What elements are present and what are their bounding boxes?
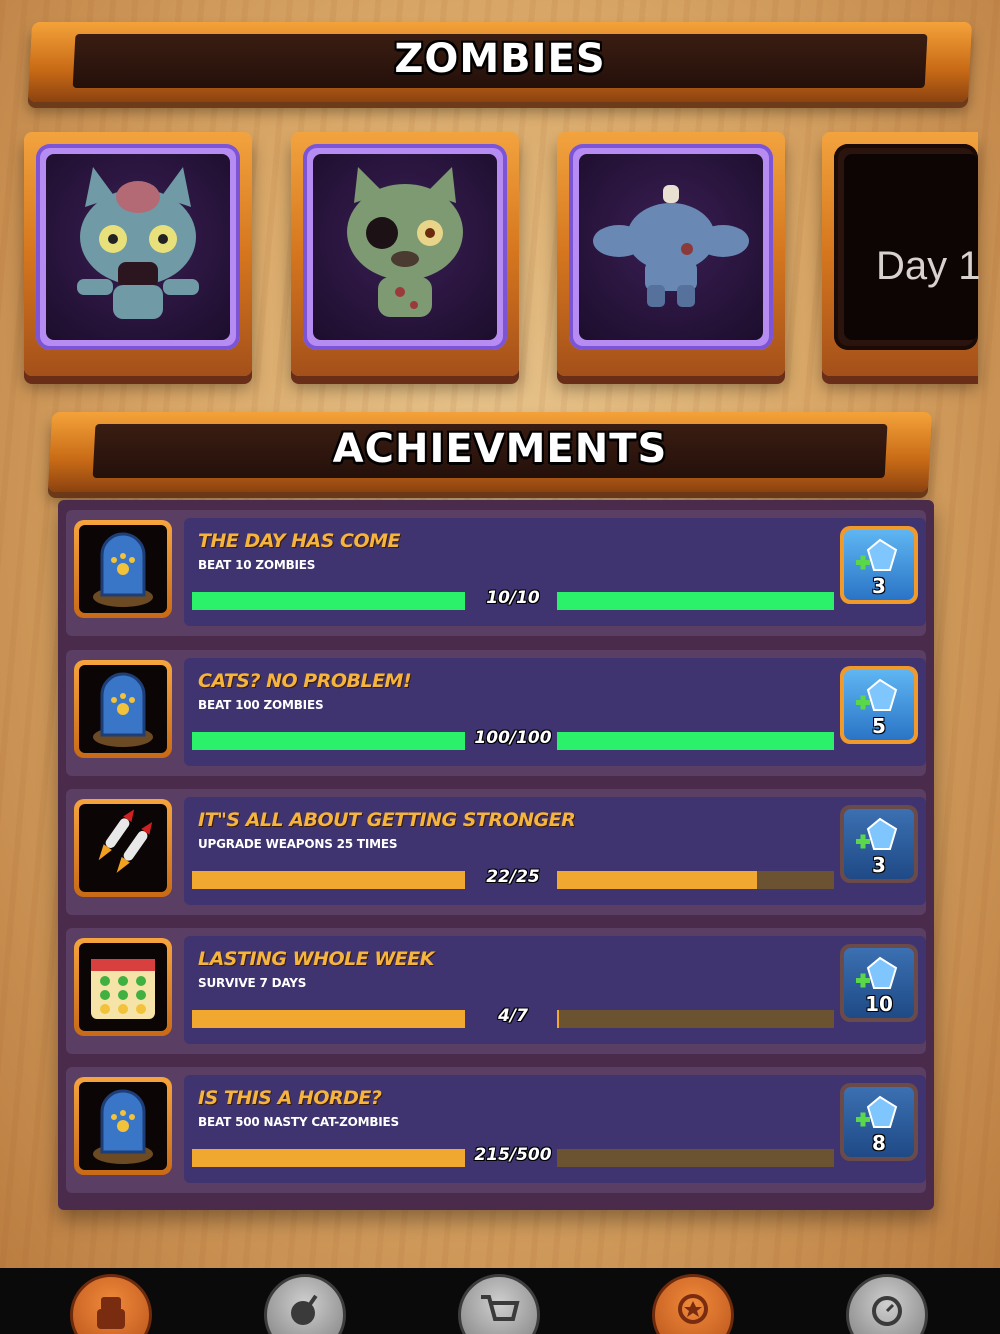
reward-count: 3 xyxy=(872,574,886,598)
achievement-title: LASTING WHOLE WEEK xyxy=(198,948,435,970)
achievements-title: ACHIEVMENTS xyxy=(332,426,668,472)
achievement-subtitle: BEAT 500 NASTY CAT-ZOMBIES xyxy=(198,1115,399,1129)
nav-achievements-button[interactable] xyxy=(652,1274,734,1334)
achievement-body: THE DAY HAS COME BEAT 10 ZOMBIES 10/10 3 xyxy=(184,518,926,626)
nav-character-button[interactable] xyxy=(70,1274,152,1334)
achievement-row: IT"S ALL ABOUT GETTING STRONGER UPGRADE W… xyxy=(66,789,926,915)
progress-text: 215/500 xyxy=(474,1145,552,1165)
card-frame xyxy=(303,144,507,350)
reward-count: 3 xyxy=(872,853,886,877)
zombie-headless-body-icon xyxy=(593,185,749,307)
achievement-subtitle: BEAT 10 ZOMBIES xyxy=(198,558,316,572)
zombie-card-2[interactable] xyxy=(291,132,519,376)
character-icon xyxy=(97,1297,125,1329)
reward-button[interactable]: 3 xyxy=(840,805,918,883)
reward-inner: 3 xyxy=(844,809,914,879)
card-frame xyxy=(36,144,240,350)
rockets-icon xyxy=(79,804,167,892)
reward-inner: 5 xyxy=(844,670,914,740)
achievement-title: IT"S ALL ABOUT GETTING STRONGER xyxy=(198,809,576,831)
locked-day-label: Day 1 xyxy=(876,244,981,288)
reward-count: 5 xyxy=(872,714,886,738)
nav-shop-button[interactable] xyxy=(458,1274,540,1334)
reward-count: 8 xyxy=(872,1131,886,1155)
achievement-title: IS THIS A HORDE? xyxy=(198,1087,382,1109)
achievement-subtitle: UPGRADE WEAPONS 25 TIMES xyxy=(198,837,398,851)
progress-text: 22/25 xyxy=(486,867,540,887)
zombie-cat-one-eye-icon xyxy=(347,167,463,317)
achievement-icon-frame xyxy=(74,660,172,758)
zombies-title: ZOMBIES xyxy=(394,36,606,82)
achievement-row: IS THIS A HORDE? BEAT 500 NASTY CAT-ZOMBI… xyxy=(66,1067,926,1193)
card-inner xyxy=(46,154,230,340)
reward-button[interactable]: 3 xyxy=(840,526,918,604)
achievement-icon-frame xyxy=(74,938,172,1036)
zombie-card-3[interactable] xyxy=(557,132,785,376)
achievement-title: THE DAY HAS COME xyxy=(198,530,401,552)
achievement-icon-frame xyxy=(74,799,172,897)
achievement-body: LASTING WHOLE WEEK SURVIVE 7 DAYS 4/7 10 xyxy=(184,936,926,1044)
achievement-icon-frame xyxy=(74,1077,172,1175)
card-frame xyxy=(569,144,773,350)
achievement-title: CATS? NO PROBLEM! xyxy=(198,670,412,692)
nav-timer-button[interactable] xyxy=(846,1274,928,1334)
progress-text: 4/7 xyxy=(498,1006,528,1026)
reward-inner: 10 xyxy=(844,948,914,1018)
reward-inner: 3 xyxy=(844,530,914,600)
achievement-icon-frame xyxy=(74,520,172,618)
achievement-row: LASTING WHOLE WEEK SURVIVE 7 DAYS 4/7 10 xyxy=(66,928,926,1054)
calendar-icon xyxy=(79,943,167,1031)
achievement-body: CATS? NO PROBLEM! BEAT 100 ZOMBIES 100/100… xyxy=(184,658,926,766)
achievements-panel: THE DAY HAS COME BEAT 10 ZOMBIES 10/10 3 CAT… xyxy=(58,500,934,1210)
reward-button[interactable]: 8 xyxy=(840,1083,918,1161)
reward-inner: 8 xyxy=(844,1087,914,1157)
achievement-medal-icon xyxy=(678,1294,708,1324)
shop-cart-icon xyxy=(481,1295,520,1321)
zombie-card-locked[interactable]: Day 1 xyxy=(822,132,981,376)
achievement-subtitle: BEAT 100 ZOMBIES xyxy=(198,698,324,712)
card-inner xyxy=(579,154,763,340)
card-inner: Day 1 xyxy=(844,154,981,340)
achievement-subtitle: SURVIVE 7 DAYS xyxy=(198,976,307,990)
zombie-card-1[interactable] xyxy=(24,132,252,376)
achievement-row: THE DAY HAS COME BEAT 10 ZOMBIES 10/10 3 xyxy=(66,510,926,636)
bomb-icon xyxy=(291,1294,318,1325)
progress-text: 100/100 xyxy=(474,728,552,748)
tombstone-paw-icon xyxy=(79,525,167,613)
stopwatch-icon xyxy=(872,1296,902,1326)
card-inner xyxy=(313,154,497,340)
bottom-nav xyxy=(0,1268,1000,1334)
tombstone-paw-icon xyxy=(79,665,167,753)
reward-button[interactable]: 10 xyxy=(840,944,918,1022)
reward-count: 10 xyxy=(865,992,893,1016)
achievement-row: CATS? NO PROBLEM! BEAT 100 ZOMBIES 100/100… xyxy=(66,650,926,776)
card-frame: Day 1 xyxy=(834,144,981,350)
tombstone-paw-icon xyxy=(79,1082,167,1170)
zombie-cat-brain-icon xyxy=(77,167,199,319)
reward-button[interactable]: 5 xyxy=(840,666,918,744)
progress-text: 10/10 xyxy=(486,588,540,608)
achievement-body: IS THIS A HORDE? BEAT 500 NASTY CAT-ZOMBI… xyxy=(184,1075,926,1183)
achievement-body: IT"S ALL ABOUT GETTING STRONGER UPGRADE W… xyxy=(184,797,926,905)
nav-bomb-button[interactable] xyxy=(264,1274,346,1334)
